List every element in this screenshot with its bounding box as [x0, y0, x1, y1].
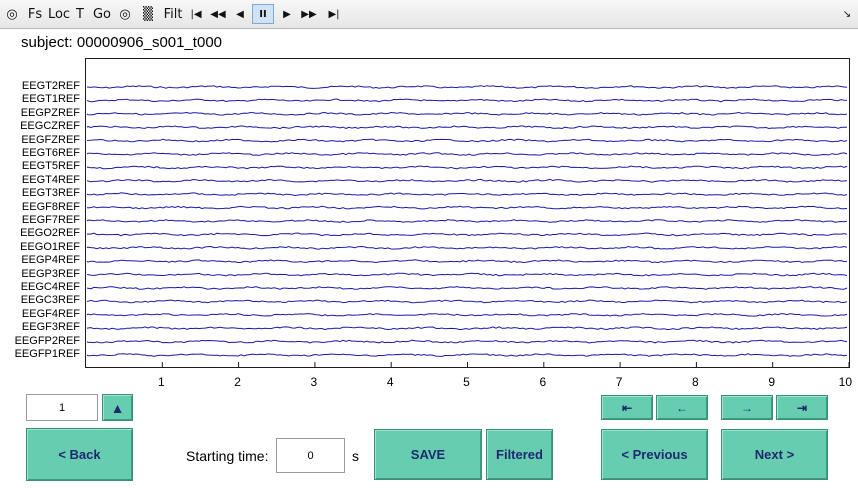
starting-time-input[interactable]: 0 [276, 438, 345, 473]
loc-button[interactable]: Loc [48, 4, 70, 24]
step-back-icon[interactable]: ◀ [233, 4, 247, 24]
channel-trace [86, 152, 848, 156]
channel-label: EEGF7REF [21, 214, 80, 226]
fast-forward-icon[interactable]: ▶▶ [298, 4, 320, 24]
channel-trace [86, 326, 848, 331]
channel-label: EEGP4REF [21, 254, 80, 267]
channel-label: EEGP3REF [21, 267, 80, 280]
collapse-toolbar-icon[interactable]: ↘ [840, 4, 854, 24]
x-tick-label: 5 [463, 375, 470, 389]
previous-button[interactable]: < Previous [601, 429, 708, 480]
play-icon[interactable]: ▶ [280, 4, 294, 24]
channel-trace [86, 219, 848, 223]
go-button[interactable]: Go [92, 4, 112, 24]
channel-trace [86, 125, 847, 130]
channel-label: EEGF4REF [21, 307, 80, 320]
x-tick-label: 6 [539, 375, 547, 389]
skip-back-button[interactable]: ⇤ [601, 395, 653, 420]
channel-trace [86, 353, 848, 357]
step-forward-button[interactable]: → [721, 395, 773, 420]
skip-start-icon[interactable]: |◀ [188, 4, 204, 24]
channel-trace [86, 312, 848, 317]
channel-trace [86, 259, 848, 264]
rewind-icon[interactable]: ◀◀ [208, 4, 228, 24]
channel-label: EEGFP2REF [14, 334, 80, 347]
channel-label: EEGT4REF [21, 173, 80, 186]
channel-label: EEGF3REF [21, 321, 80, 334]
channel-trace [86, 98, 848, 103]
page-up-button[interactable]: ▲ [102, 394, 133, 421]
back-button[interactable]: < Back [26, 428, 133, 481]
starting-time-label: Starting time: [186, 448, 269, 464]
channel-label: EEGF8REF [21, 200, 80, 213]
starting-time-unit: s [352, 448, 359, 464]
channel-trace [86, 192, 848, 197]
x-tick-label: 3 [310, 375, 318, 389]
x-tick-label: 1 [157, 375, 165, 389]
skip-forward-button[interactable]: ⇥ [776, 395, 828, 420]
channel-trace [86, 85, 848, 89]
channel-label: EEGO1REF [20, 240, 80, 253]
x-tick-label: 4 [386, 375, 394, 389]
t-button[interactable]: T [74, 4, 86, 24]
filtered-button[interactable]: Filtered [486, 429, 553, 480]
channel-label: EEGT3REF [21, 187, 80, 200]
channel-label: EEGT5REF [21, 160, 80, 173]
x-tick-label: 9 [768, 375, 776, 389]
channel-trace [86, 165, 848, 170]
channel-label: EEGT2REF [21, 80, 80, 92]
toolbar: ◎ Fs Loc T Go ◎ ▒ Filt |◀ ◀◀ ◀ II ▶ ▶▶ ▶… [0, 0, 858, 29]
channel-trace [86, 232, 848, 237]
channel-label: EEGC3REF [20, 294, 80, 307]
x-tick-label: 8 [692, 375, 699, 389]
channel-label: EEGT6REF [21, 147, 80, 159]
next-button[interactable]: Next > [721, 429, 828, 480]
channel-trace [87, 272, 848, 277]
channel-label: EEGFP1REF [14, 348, 80, 360]
channel-label: EEGPZREF [20, 106, 80, 119]
channel-trace [86, 339, 848, 344]
eeg-plot-area[interactable] [85, 58, 850, 368]
x-tick-label: 7 [615, 375, 623, 389]
fs-button[interactable]: Fs [26, 4, 44, 24]
channel-label: EEGFZREF [21, 133, 80, 146]
channel-trace [86, 205, 848, 210]
channel-trace [86, 178, 848, 183]
channel-trace [86, 245, 848, 250]
channel-trace [86, 286, 848, 290]
globe-icon[interactable]: ◎ [4, 4, 20, 24]
channel-trace [86, 138, 848, 143]
save-button[interactable]: SAVE [374, 429, 482, 480]
waveform-icon[interactable]: ▒ [139, 4, 157, 24]
eeg-traces [86, 85, 849, 367]
x-tick-label: 10 [838, 375, 853, 389]
channel-label: EEGT1REF [21, 93, 80, 106]
step-back-button[interactable]: ← [656, 395, 708, 420]
x-tick-label: 2 [234, 375, 241, 389]
montage-icon[interactable]: ◎ [117, 4, 133, 24]
channel-label: EEGC4REF [20, 281, 80, 293]
channel-trace [86, 299, 848, 304]
channel-trace [86, 111, 848, 116]
pause-icon[interactable]: II [252, 4, 274, 24]
channel-label: EEGCZREF [20, 120, 80, 133]
filt-button[interactable]: Filt [162, 4, 184, 24]
skip-end-icon[interactable]: ▶| [326, 4, 342, 24]
subject-title: subject: 00000906_s001_t000 [21, 34, 223, 51]
page-number-input[interactable]: 1 [26, 394, 98, 421]
channel-label: EEGO2REF [20, 227, 80, 240]
